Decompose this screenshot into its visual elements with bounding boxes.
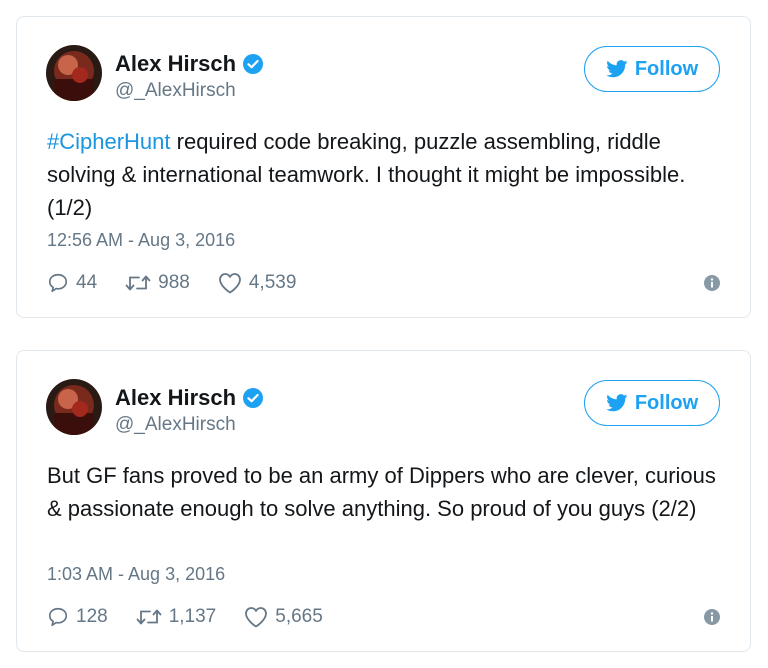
follow-button[interactable]: Follow [584, 380, 720, 426]
retweet-icon [125, 275, 151, 291]
tweet-card: Alex Hirsch @_AlexHirsch Follow But GF f… [16, 350, 751, 652]
like-count: 5,665 [275, 606, 323, 627]
retweet-button[interactable]: 988 [125, 272, 190, 294]
retweet-count: 988 [158, 272, 190, 293]
tweet-text: #CipherHunt required code breaking, puzz… [47, 125, 727, 224]
tweet-timestamp[interactable]: 12:56 AM - Aug 3, 2016 [47, 230, 235, 251]
tweet-actions: 128 1,137 5,665 [47, 604, 351, 630]
reply-button[interactable]: 44 [47, 272, 97, 294]
avatar[interactable] [46, 379, 102, 435]
retweet-count: 1,137 [168, 606, 217, 627]
author-handle[interactable]: @_AlexHirsch [115, 414, 236, 436]
twitter-bird-icon [606, 394, 628, 412]
verified-badge-icon [243, 54, 264, 74]
retweet-icon [136, 609, 162, 625]
author-name-row: Alex Hirsch [115, 384, 264, 412]
like-button[interactable]: 5,665 [244, 606, 323, 628]
info-icon[interactable] [704, 275, 720, 291]
hashtag-link[interactable]: #CipherHunt [47, 129, 171, 154]
reply-count: 44 [76, 272, 98, 293]
tweet-body: But GF fans proved to be an army of Dipp… [47, 463, 716, 521]
author-handle[interactable]: @_AlexHirsch [115, 80, 236, 102]
heart-icon [245, 607, 268, 628]
info-icon[interactable] [704, 609, 720, 625]
follow-button-label: Follow [634, 57, 699, 80]
reply-count: 128 [76, 606, 108, 627]
verified-badge-icon [243, 388, 264, 408]
like-count: 4,539 [248, 272, 297, 293]
author-name-row: Alex Hirsch [115, 50, 264, 78]
tweet-card: Alex Hirsch @_AlexHirsch Follow #CipherH… [16, 16, 751, 318]
follow-button[interactable]: Follow [584, 46, 720, 92]
reply-icon [48, 607, 68, 627]
tweet-actions: 44 988 4,539 [47, 270, 324, 296]
heart-icon [218, 273, 241, 294]
follow-button-label: Follow [634, 391, 699, 414]
retweet-button[interactable]: 1,137 [136, 606, 217, 628]
author-name[interactable]: Alex Hirsch [115, 51, 236, 77]
reply-icon [48, 273, 68, 293]
twitter-bird-icon [606, 60, 628, 78]
author-name[interactable]: Alex Hirsch [115, 385, 236, 411]
tweet-text: But GF fans proved to be an army of Dipp… [47, 459, 727, 525]
tweet-timestamp[interactable]: 1:03 AM - Aug 3, 2016 [47, 564, 225, 585]
avatar[interactable] [46, 45, 102, 101]
reply-button[interactable]: 128 [47, 606, 108, 628]
like-button[interactable]: 4,539 [218, 272, 297, 294]
